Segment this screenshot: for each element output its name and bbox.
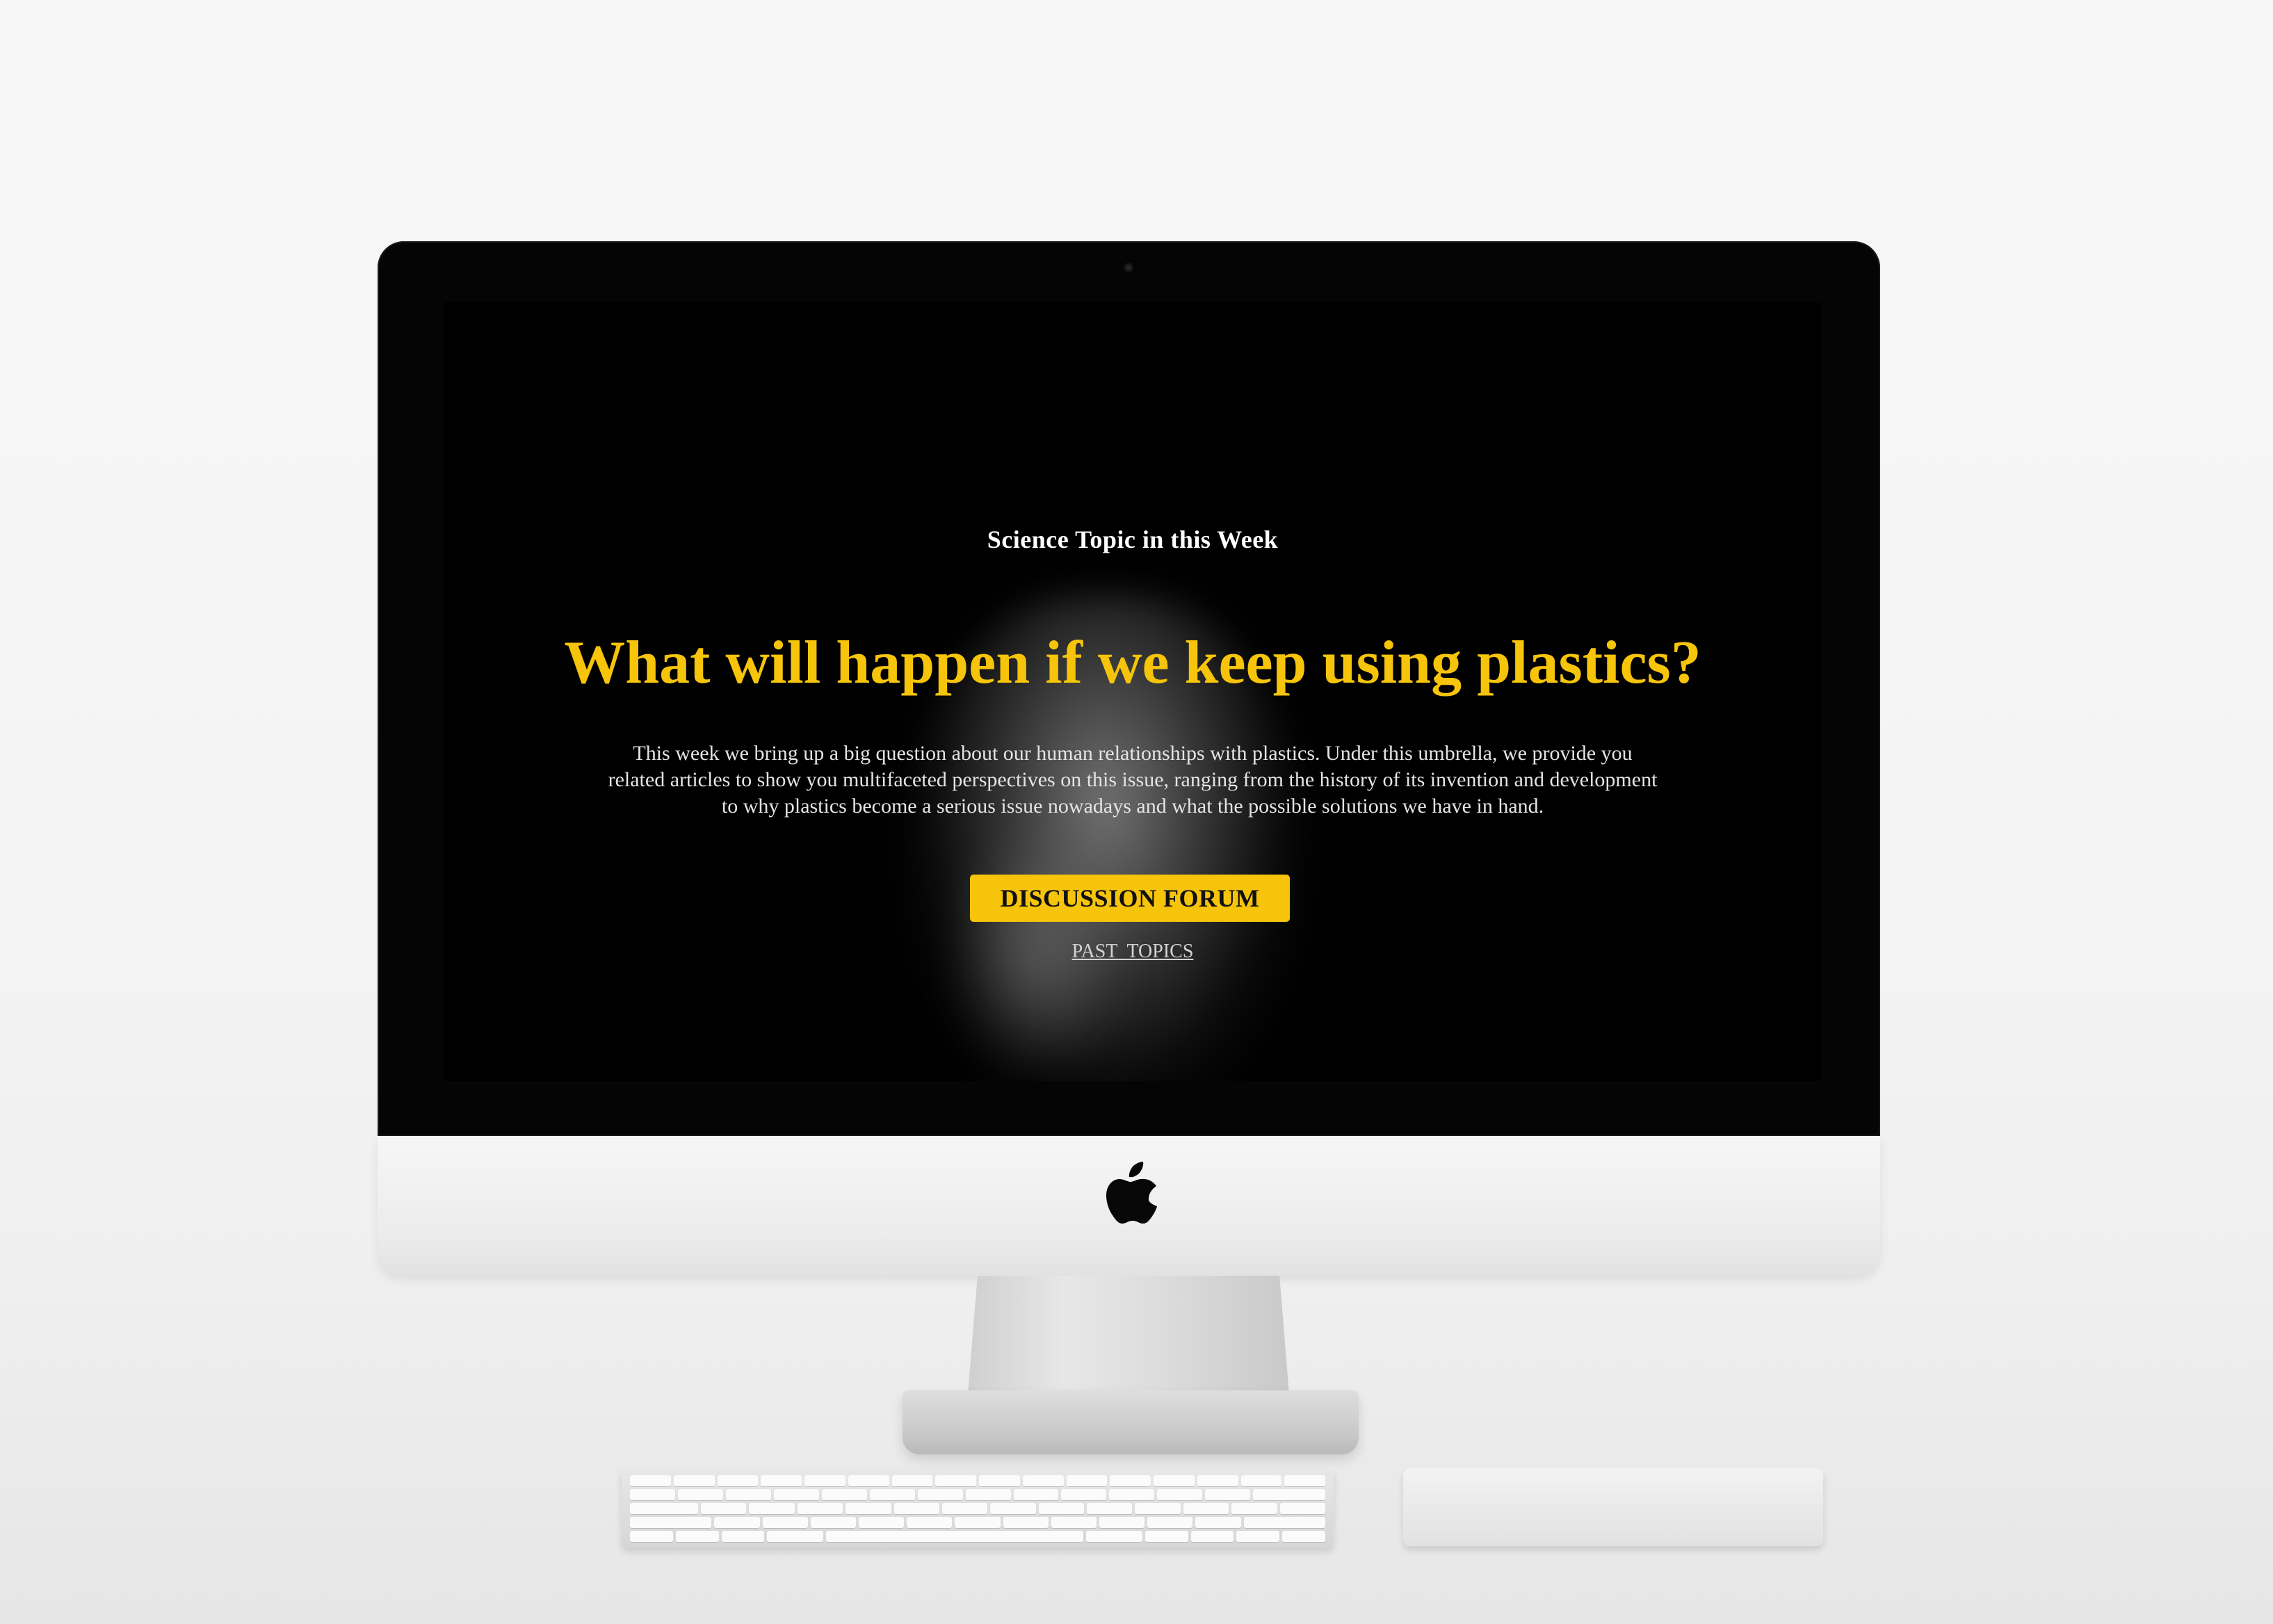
page-title: What will happen if we keep using plasti… — [564, 629, 1701, 697]
monitor-stand-neck — [968, 1276, 1289, 1394]
keyboard-row — [630, 1531, 1325, 1542]
imac-device: Science Topic in this Week What will hap… — [378, 241, 1880, 1276]
monitor-bezel: Science Topic in this Week What will hap… — [378, 241, 1880, 1136]
screen-webpage: Science Topic in this Week What will hap… — [444, 302, 1821, 1081]
keyboard-row — [630, 1489, 1326, 1500]
apple-logo-icon — [1106, 1162, 1157, 1224]
keyboard-row — [630, 1517, 1325, 1528]
discussion-forum-button[interactable]: DISCUSSION FORUM — [970, 875, 1290, 922]
monitor-stand-base — [903, 1390, 1359, 1454]
trackpad — [1403, 1468, 1823, 1546]
keyboard — [622, 1468, 1334, 1548]
keyboard-row — [630, 1475, 1325, 1486]
camera-icon — [1124, 263, 1133, 273]
keyboard-row — [630, 1503, 1325, 1514]
past-topics-link[interactable]: PAST TOPICS — [444, 941, 1821, 963]
intro-paragraph: This week we bring up a big question abo… — [608, 742, 1658, 818]
section-eyebrow: Science Topic in this Week — [987, 526, 1279, 553]
